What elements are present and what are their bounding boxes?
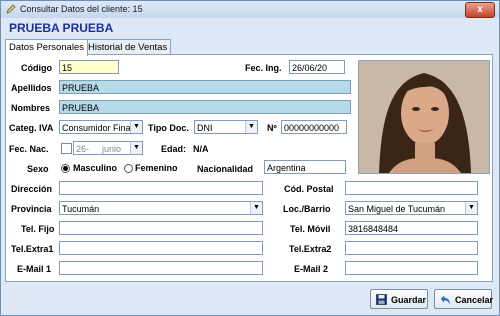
codigo-field[interactable]: 15 [59, 60, 119, 74]
categ-iva-select[interactable]: Consumidor Final ▼ [59, 120, 143, 134]
edad-label: Edad: [161, 144, 187, 154]
chevron-down-icon[interactable]: ▼ [130, 121, 142, 133]
chevron-down-icon[interactable]: ▼ [250, 202, 262, 214]
tel-movil-label: Tel. Móvil [290, 224, 331, 234]
codigo-label: Código [21, 63, 52, 73]
title-bar: Consultar Datos del cliente: 15 x [1, 1, 499, 18]
cod-postal-field[interactable] [345, 181, 478, 195]
pencil-icon [6, 4, 16, 14]
cancelar-label: Cancelar [455, 295, 494, 305]
apellidos-label: Apellidos [11, 83, 52, 93]
fec-ing-field[interactable]: 26/06/20 [289, 60, 345, 74]
loc-barrio-label: Loc./Barrio [283, 204, 331, 214]
email2-label: E-Mail 2 [294, 264, 329, 274]
fec-nac-day: 26- [76, 144, 90, 154]
fec-nac-checkbox[interactable] [61, 143, 72, 154]
fec-nac-label: Fec. Nac. [9, 144, 49, 154]
tel-fijo-label: Tel. Fijo [21, 224, 55, 234]
client-photo [358, 60, 490, 174]
chevron-down-icon[interactable]: ▼ [245, 121, 257, 133]
provincia-select[interactable]: Tucumán ▼ [59, 201, 263, 215]
email2-field[interactable] [345, 261, 478, 275]
loc-barrio-value: San Miguel de Tucumán [348, 204, 446, 214]
tipo-doc-value: DNI [197, 123, 213, 133]
close-button[interactable]: x [465, 2, 495, 18]
tel-fijo-field[interactable] [59, 221, 263, 235]
sexo-label: Sexo [27, 164, 49, 174]
tel-extra2-label: Tel.Extra2 [289, 244, 332, 254]
tel-extra2-field[interactable] [345, 241, 478, 255]
direccion-label: Dirección [11, 184, 53, 194]
femenino-label: Femenino [135, 163, 178, 173]
guardar-button[interactable]: Guardar [370, 289, 428, 309]
direccion-field[interactable] [59, 181, 263, 195]
nacionalidad-label: Nacionalidad [197, 164, 254, 174]
floppy-disk-icon [376, 294, 387, 305]
window-title: Consultar Datos del cliente: 15 [20, 4, 143, 14]
tipo-doc-select[interactable]: DNI ▼ [194, 120, 258, 134]
client-name-heading: PRUEBA PRUEBA [9, 21, 114, 35]
categ-iva-value: Consumidor Final [62, 123, 133, 133]
nacionalidad-field[interactable]: Argentina [264, 160, 346, 174]
radio-femenino[interactable] [124, 164, 133, 173]
cancelar-button[interactable]: Cancelar [434, 289, 494, 309]
guardar-label: Guardar [391, 295, 427, 305]
chevron-down-icon[interactable]: ▼ [465, 202, 477, 214]
numero-label: Nº [267, 123, 277, 133]
tab-datos-personales[interactable]: Datos Personales [5, 39, 88, 56]
fec-nac-date-picker[interactable]: 26- junio ▼ [73, 141, 143, 155]
loc-barrio-select[interactable]: San Miguel de Tucumán ▼ [345, 201, 478, 215]
email1-field[interactable] [59, 261, 263, 275]
provincia-label: Provincia [11, 204, 52, 214]
email1-label: E-Mail 1 [17, 264, 52, 274]
undo-arrow-icon [440, 295, 450, 304]
apellidos-field[interactable]: PRUEBA [59, 80, 351, 94]
client-window: Consultar Datos del cliente: 15 x PRUEBA… [0, 0, 500, 316]
cod-postal-label: Cód. Postal [284, 184, 334, 194]
tel-movil-field[interactable]: 3816848484 [345, 221, 478, 235]
nombres-label: Nombres [11, 103, 51, 113]
tab-historial-ventas[interactable]: Historial de Ventas [84, 39, 172, 55]
provincia-value: Tucumán [62, 204, 100, 214]
numero-field[interactable]: 00000000000 [281, 120, 347, 134]
fec-nac-month: junio [102, 144, 122, 154]
portrait-image [359, 61, 489, 173]
edad-value: N/A [193, 144, 209, 154]
tel-extra1-field[interactable] [59, 241, 263, 255]
masculino-label: Masculino [73, 163, 118, 173]
fec-ing-label: Fec. Ing. [245, 63, 282, 73]
categ-iva-label: Categ. IVA [9, 123, 54, 133]
chevron-down-icon[interactable]: ▼ [130, 142, 142, 154]
tipo-doc-label: Tipo Doc. [148, 123, 189, 133]
nombres-field[interactable]: PRUEBA [59, 100, 351, 114]
button-bar: Guardar Cancelar [1, 283, 499, 315]
radio-masculino[interactable] [61, 164, 70, 173]
tel-extra1-label: Tel.Extra1 [11, 244, 54, 254]
